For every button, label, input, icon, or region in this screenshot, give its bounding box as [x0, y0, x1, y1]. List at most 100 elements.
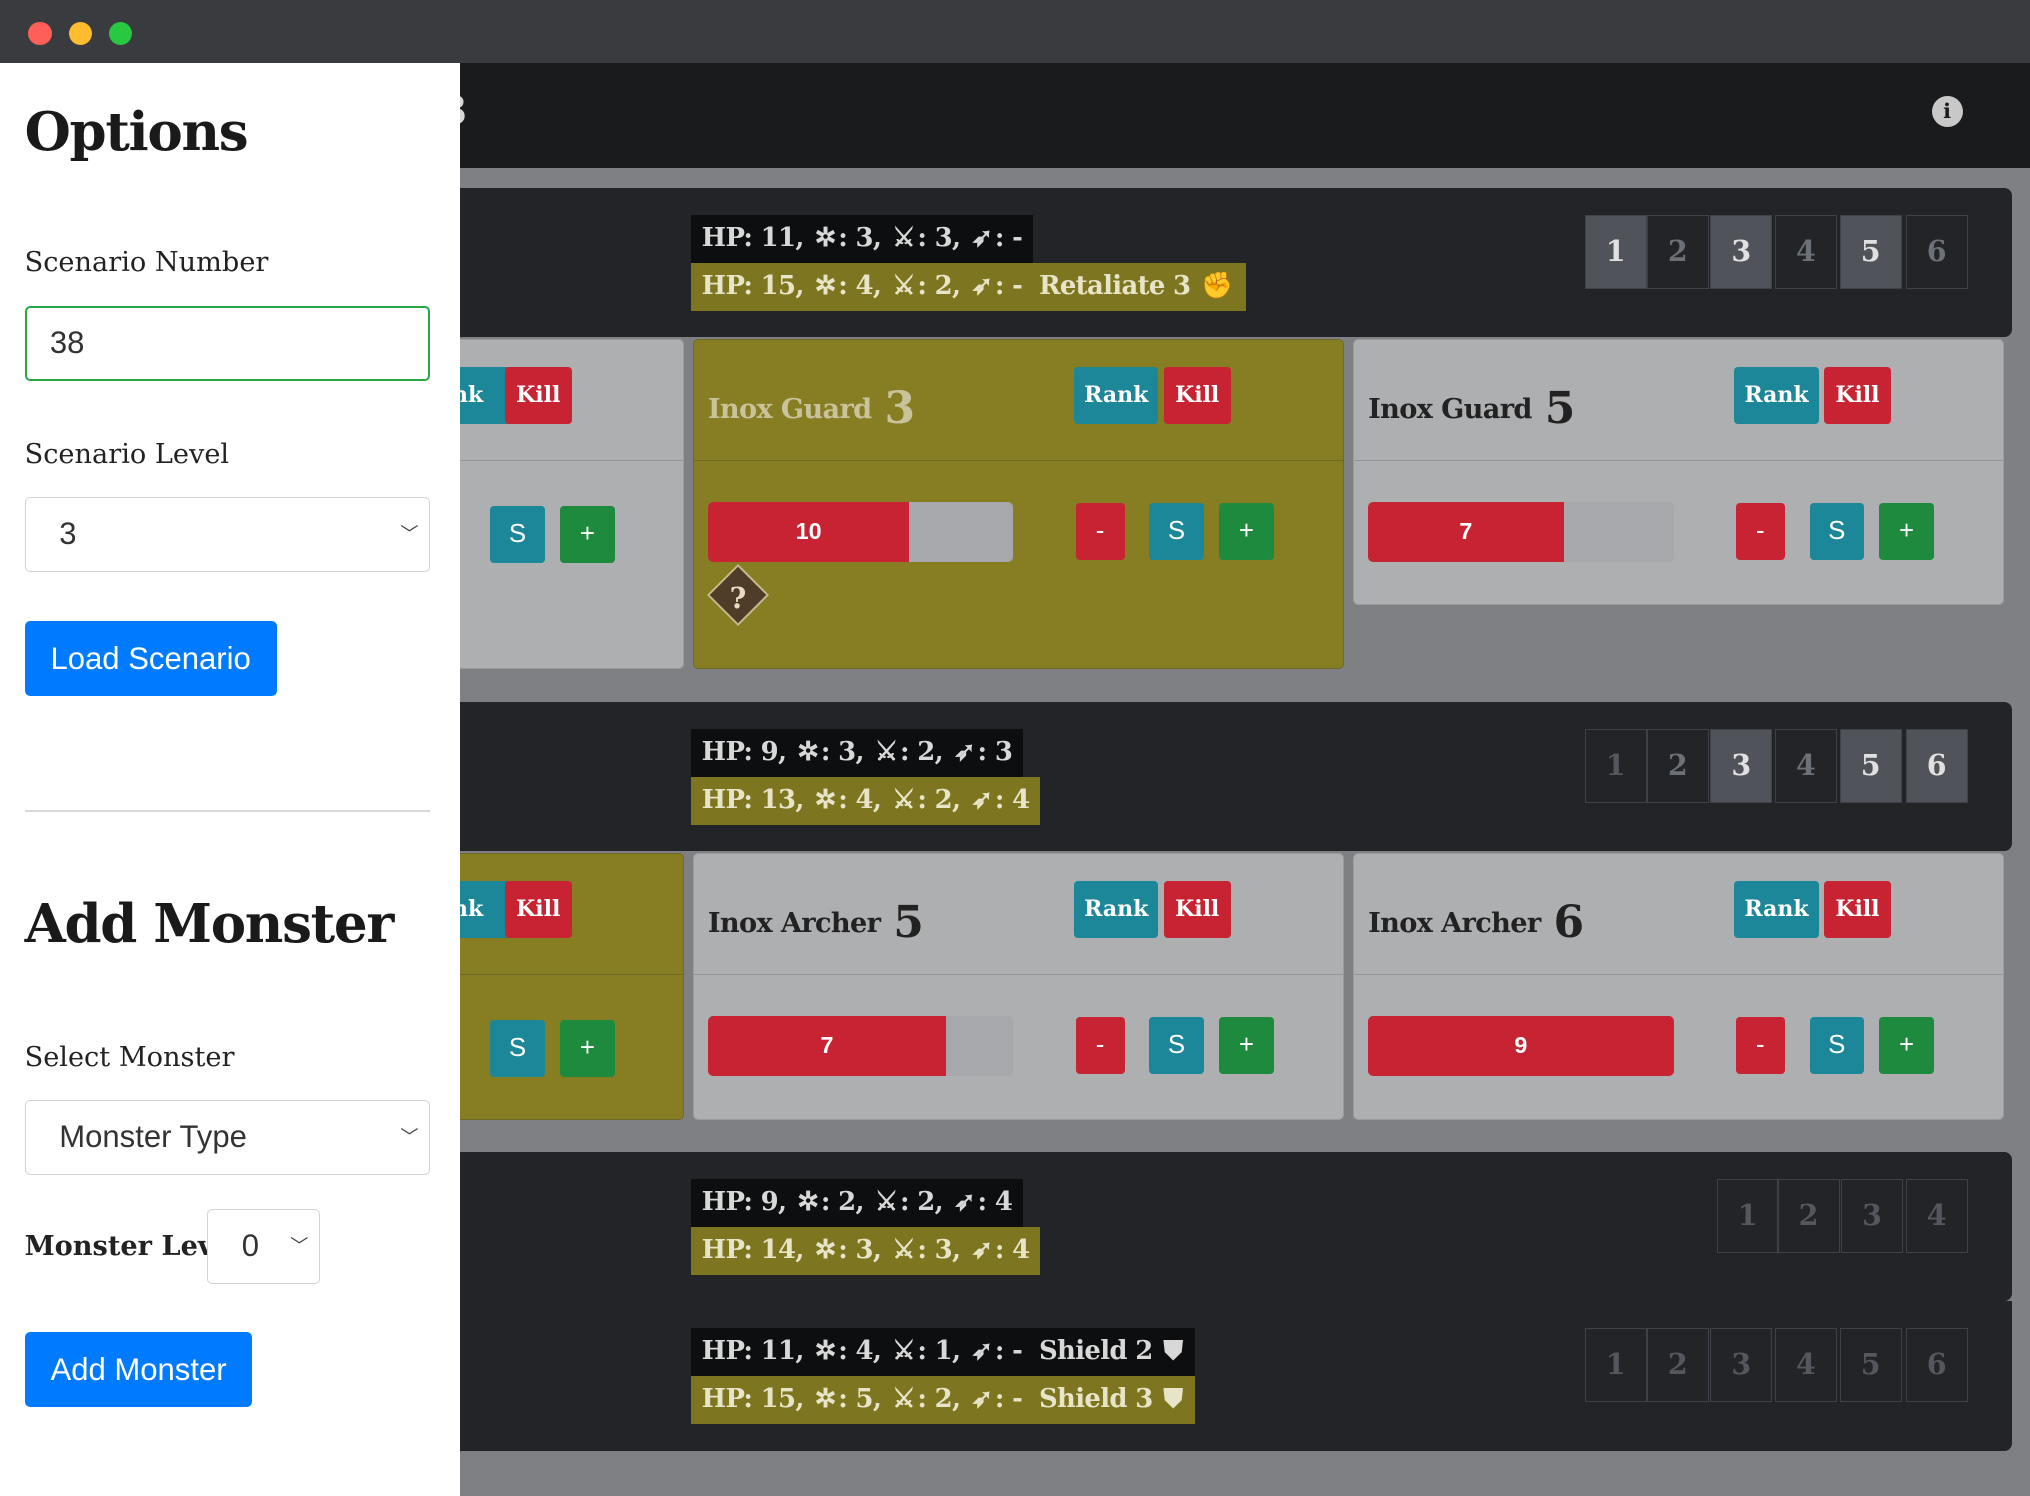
status-button[interactable]: S [490, 505, 545, 563]
status-button[interactable]: S [1149, 1017, 1204, 1075]
move-icon: ✲ [814, 1384, 837, 1415]
minimize-window-button[interactable] [68, 22, 92, 46]
standee-button[interactable]: 4 [1905, 1179, 1968, 1254]
rank-button[interactable]: Rank [1734, 881, 1819, 939]
minus-button[interactable]: - [1075, 503, 1125, 561]
retaliate-stat: Retaliate 3 [1039, 270, 1191, 301]
minus-button[interactable]: - [1735, 1017, 1785, 1075]
move-stat: 3, [838, 736, 864, 767]
move-stat: 5, [855, 1384, 882, 1415]
status-button[interactable]: S [1809, 1017, 1864, 1075]
scenario-level-label: Scenario Level [24, 438, 230, 470]
kill-button[interactable]: Kill [1823, 367, 1892, 425]
monster-card: Inox Guard 5 Rank Kill 7 - S + [1352, 339, 2005, 605]
standee-button[interactable]: 4 [1774, 1328, 1838, 1403]
range-stat: - [1012, 1384, 1023, 1415]
plus-button[interactable]: + [560, 1019, 615, 1077]
question-status-icon[interactable]: ? [706, 564, 769, 627]
status-button[interactable]: S [1149, 503, 1204, 561]
scenario-number-value: 38 [49, 324, 85, 360]
standee-button[interactable]: 3 [1710, 728, 1773, 803]
move-stat: 2, [838, 1187, 864, 1218]
rank-button[interactable]: Rank [1074, 367, 1159, 425]
maximize-window-button[interactable] [108, 22, 133, 46]
attack-icon: ⚔ [892, 270, 915, 301]
rank-button[interactable]: Rank [1734, 367, 1819, 425]
move-icon: ✲ [814, 784, 837, 815]
kill-button[interactable]: Kill [504, 367, 572, 425]
chevron-down-icon: ﹀ [400, 1127, 419, 1148]
standee-button[interactable]: 2 [1777, 1179, 1840, 1254]
standee-button[interactable]: 5 [1839, 214, 1902, 289]
scenario-level-select[interactable]: 3 ﹀ [24, 497, 430, 573]
monster-level-value: 0 [241, 1228, 260, 1264]
attack-icon: ⚔ [892, 222, 915, 253]
kill-button[interactable]: Kill [504, 881, 572, 939]
monster-card: Inox Guard 3 Rank Kill 10 - S + ? [692, 339, 1344, 670]
range-icon: ➶ [971, 784, 993, 815]
plus-button[interactable]: + [560, 505, 615, 563]
monster-number: 3 [884, 382, 915, 434]
plus-button[interactable]: + [1219, 503, 1274, 561]
load-scenario-button[interactable]: Load Scenario [24, 621, 277, 697]
plus-button[interactable]: + [1219, 1017, 1274, 1075]
options-title: Options [24, 99, 249, 163]
shield-icon: ⛊ [1163, 1336, 1183, 1367]
plus-button[interactable]: + [1879, 503, 1934, 561]
range-icon: ➶ [971, 270, 993, 301]
status-button[interactable]: S [1809, 503, 1864, 561]
move-icon: ✲ [797, 736, 819, 767]
minus-button[interactable]: - [1735, 503, 1785, 561]
standee-button[interactable]: 2 [1646, 1328, 1709, 1403]
hp-value: 10 [707, 501, 910, 562]
standee-button[interactable]: 1 [1584, 214, 1647, 289]
standee-button[interactable]: 1 [1716, 1179, 1779, 1254]
attack-stat: 2, [934, 270, 961, 301]
add-monster-title: Add Monster [24, 891, 395, 955]
standee-button[interactable]: 2 [1646, 214, 1709, 289]
kill-button[interactable]: Kill [1163, 367, 1231, 425]
hp-value: 7 [1368, 501, 1564, 562]
hp-stat: HP: 15, [701, 270, 805, 301]
add-monster-button[interactable]: Add Monster [24, 1332, 253, 1408]
plus-button[interactable]: + [1879, 1017, 1934, 1075]
standee-button[interactable]: 5 [1839, 1328, 1902, 1403]
select-monster-label: Select Monster [24, 1042, 235, 1074]
chevron-down-icon: ﹀ [400, 524, 419, 545]
standee-button[interactable]: 1 [1584, 728, 1647, 803]
standee-button[interactable]: 6 [1905, 1328, 1968, 1403]
attack-stat: 3, [934, 1235, 961, 1266]
standee-button[interactable]: 6 [1905, 214, 1968, 289]
standee-button[interactable]: 3 [1840, 1179, 1904, 1254]
hp-bar: 9 [1368, 1015, 1674, 1076]
kill-button[interactable]: Kill [1163, 881, 1231, 939]
minus-button[interactable]: - [1075, 1017, 1125, 1075]
standee-button[interactable]: 3 [1710, 1328, 1773, 1403]
kill-button[interactable]: Kill [1823, 881, 1892, 939]
monster-level-select[interactable]: 0 ﹀ [207, 1209, 320, 1285]
standee-button[interactable]: 5 [1839, 728, 1902, 803]
close-window-button[interactable] [28, 22, 52, 46]
rank-button[interactable]: Rank [1074, 881, 1159, 939]
standee-button[interactable]: 2 [1646, 728, 1709, 803]
monster-name: Inox Guard 3 [707, 382, 915, 434]
attack-stat: 1, [934, 1336, 961, 1367]
hp-stat: HP: 11, [701, 222, 805, 253]
standee-button[interactable]: 4 [1774, 214, 1838, 289]
status-button[interactable]: S [490, 1019, 545, 1077]
monster-type-select[interactable]: Monster Type ﹀ [24, 1100, 430, 1176]
standee-button[interactable]: 6 [1905, 728, 1968, 803]
attack-icon: ⚔ [892, 1336, 915, 1367]
window-titlebar [0, 0, 2030, 64]
chevron-down-icon: ﹀ [290, 1236, 309, 1257]
attack-icon: ⚔ [892, 1384, 915, 1415]
standee-button[interactable]: 3 [1710, 214, 1773, 289]
attack-icon: ⚔ [874, 736, 898, 767]
standee-button[interactable]: 1 [1584, 1328, 1647, 1403]
hp-stat: HP: 9, [701, 736, 787, 767]
info-icon[interactable]: i [1931, 95, 1963, 127]
range-icon: ➶ [971, 222, 993, 253]
scenario-number-input[interactable]: 38 [24, 305, 430, 381]
standee-button[interactable]: 4 [1774, 728, 1838, 803]
attack-stat: 3, [934, 222, 961, 253]
